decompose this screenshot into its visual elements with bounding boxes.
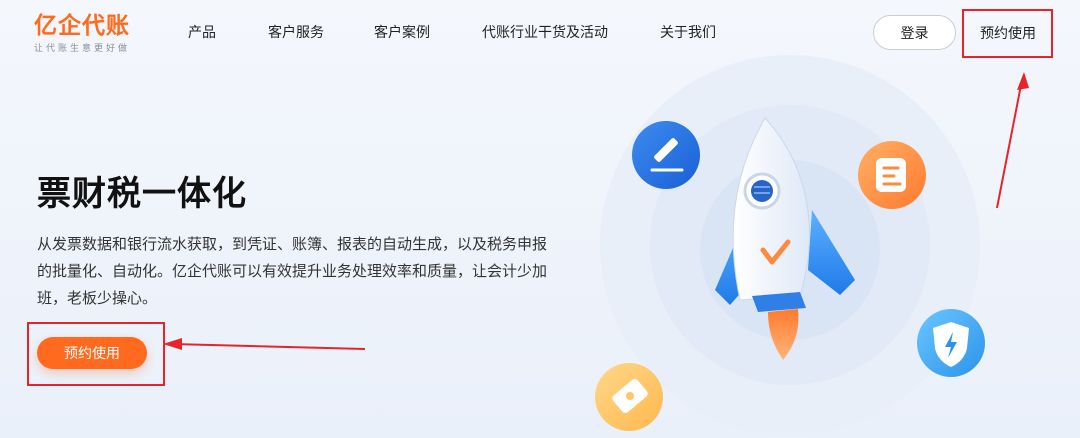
rocket-body — [732, 117, 810, 301]
annotation-arrow-cta — [163, 338, 366, 350]
ticket-icon — [595, 363, 663, 431]
annotation-arrow-header — [996, 72, 1029, 209]
hero-description: 从发票数据和银行流水获取，到凭证、账簿、报表的自动生成，以及税务申报的批量化、自… — [37, 235, 548, 307]
login-button[interactable]: 登录 — [873, 15, 956, 50]
shield-icon — [917, 309, 985, 377]
book-trial-button-hero[interactable]: 预约使用 — [37, 337, 147, 369]
rocket-flame — [768, 309, 799, 360]
rocket-check-mark — [760, 239, 791, 265]
rocket-nozzle — [752, 292, 806, 312]
nav-item-customer-service[interactable]: 客户服务 — [268, 22, 324, 44]
site-header: 亿企代账 让代账生意更好做 产品 客户服务 客户案例 代账行业干货及活动 关于我… — [0, 0, 1080, 68]
nav-item-customer-cases[interactable]: 客户案例 — [374, 22, 430, 44]
annotation-box-header — [962, 9, 1053, 58]
logo-wordmark: 亿企代账 — [34, 13, 130, 39]
brand-logo[interactable]: 亿企代账 让代账生意更好做 — [34, 12, 144, 56]
rocket-fin-left — [715, 220, 752, 305]
main-nav: 产品 客户服务 客户案例 代账行业干货及活动 关于我们 — [188, 22, 768, 44]
rocket-fin-right — [808, 210, 855, 295]
document-icon — [858, 141, 926, 209]
logo-tagline: 让代账生意更好做 — [34, 44, 131, 54]
pencil-icon — [632, 121, 700, 189]
nav-item-about-us[interactable]: 关于我们 — [660, 22, 716, 44]
hero-title: 票财税一体化 — [37, 174, 247, 214]
rocket-window — [743, 172, 781, 210]
nav-item-products[interactable]: 产品 — [188, 22, 216, 44]
nav-item-industry-events[interactable]: 代账行业干货及活动 — [482, 22, 608, 44]
